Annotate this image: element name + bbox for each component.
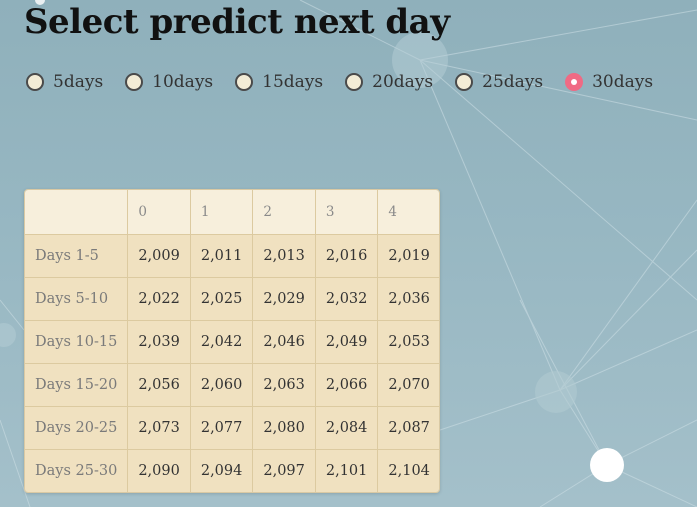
table-cell: 2,011 [190,234,254,278]
column-header: 1 [190,190,254,235]
radio-button-icon[interactable] [125,73,144,91]
column-header: 2 [252,190,316,235]
page-title: Select predict next day [24,2,450,42]
radio-button-icon[interactable] [235,73,254,91]
table-cell: 2,039 [127,320,191,364]
radio-option-10days[interactable]: 10days [125,72,213,92]
table-cell: 2,104 [377,449,439,492]
table-cell: 2,060 [190,363,254,407]
row-label: Days 1-5 [25,234,129,278]
row-label: Days 20-25 [25,406,129,450]
radio-button-icon[interactable] [565,73,584,91]
table-row: Days 15-20 2,056 2,060 2,063 2,066 2,070 [25,363,439,407]
radio-label: 20days [372,72,434,92]
radio-option-5days[interactable]: 5days [26,72,103,92]
column-header: 0 [127,190,191,235]
table-cell: 2,073 [127,406,191,450]
table-cell: 2,070 [377,363,439,407]
column-header-index [25,190,129,235]
table-cell: 2,013 [252,234,316,278]
column-header: 4 [377,190,439,235]
predict-days-radio-group: 5days 10days 15days 20days 25days 30days [26,68,675,96]
radio-label: 5days [53,72,104,92]
table-cell: 2,009 [127,234,191,278]
radio-label: 10days [152,72,214,92]
table-cell: 2,063 [252,363,316,407]
row-label: Days 10-15 [25,320,129,364]
radio-option-30days[interactable]: 30days [565,72,653,92]
radio-button-icon[interactable] [345,73,364,91]
row-label: Days 15-20 [25,363,129,407]
table-cell: 2,097 [252,449,316,492]
table-cell: 2,036 [377,277,439,321]
radio-label: 30days [592,72,654,92]
prediction-table: 0 1 2 3 4 Days 1-5 2,009 2,011 2,013 2,0… [24,189,440,493]
table-cell: 2,029 [252,277,316,321]
radio-button-icon[interactable] [455,73,474,91]
table-header-row: 0 1 2 3 4 [25,190,439,235]
table-row: Days 10-15 2,039 2,042 2,046 2,049 2,053 [25,320,439,364]
radio-option-15days[interactable]: 15days [235,72,323,92]
table-row: Days 20-25 2,073 2,077 2,080 2,084 2,087 [25,406,439,450]
radio-option-25days[interactable]: 25days [455,72,543,92]
table-cell: 2,094 [190,449,254,492]
table-cell: 2,084 [315,406,379,450]
table-cell: 2,066 [315,363,379,407]
table-row: Days 1-5 2,009 2,011 2,013 2,016 2,019 [25,234,439,278]
table-cell: 2,090 [127,449,191,492]
column-header: 3 [315,190,379,235]
radio-label: 25days [482,72,544,92]
table-cell: 2,022 [127,277,191,321]
radio-button-icon[interactable] [26,73,44,91]
table-cell: 2,053 [377,320,439,364]
row-label: Days 5-10 [25,277,129,321]
table-row: Days 5-10 2,022 2,025 2,029 2,032 2,036 [25,277,439,321]
table-cell: 2,016 [315,234,379,278]
table-cell: 2,056 [127,363,191,407]
table-cell: 2,032 [315,277,379,321]
table-cell: 2,087 [377,406,439,450]
table-cell: 2,019 [377,234,439,278]
table-cell: 2,101 [315,449,379,492]
row-label: Days 25-30 [25,449,129,492]
table-row: Days 25-30 2,090 2,094 2,097 2,101 2,104 [25,449,439,492]
table-cell: 2,025 [190,277,254,321]
table-cell: 2,049 [315,320,379,364]
radio-label: 15days [262,72,324,92]
table-cell: 2,080 [252,406,316,450]
table-cell: 2,077 [190,406,254,450]
table-cell: 2,046 [252,320,316,364]
table-cell: 2,042 [190,320,254,364]
radio-option-20days[interactable]: 20days [345,72,433,92]
